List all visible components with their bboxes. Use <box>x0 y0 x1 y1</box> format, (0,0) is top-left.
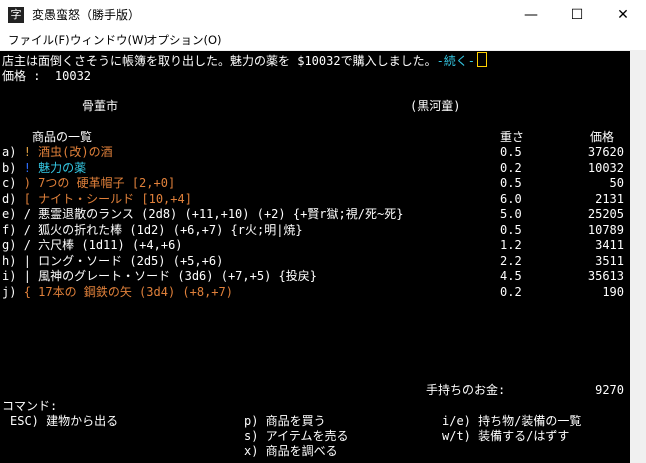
item-price: 50 <box>609 176 624 190</box>
app-icon: 字 <box>8 7 24 23</box>
item-symbol: / <box>23 238 31 252</box>
item-weight: 0.2 <box>500 284 522 299</box>
item-price: 10032 <box>587 160 624 175</box>
menu-bar: ファイル(F) ウィンドウ(W) オプション(O) <box>0 30 646 51</box>
item-price: 3511 <box>595 253 624 268</box>
menu-file[interactable]: ファイル(F) <box>8 33 70 47</box>
list-header-title: 商品の一覧 <box>32 130 93 144</box>
item-key: f) <box>2 222 17 237</box>
item-weight: 1.2 <box>500 238 522 252</box>
command-sell[interactable]: s) アイテムを売る <box>244 428 348 444</box>
item-name: ロング・ソード (2d5) (+5,+6) <box>38 253 224 268</box>
item-symbol: | <box>23 269 31 283</box>
item-row[interactable]: i) | 風神のグレート・ソード (3d6) (+7,+5) {投戻} 4.5 35… <box>2 268 628 284</box>
app-window: 字 変愚蛮怒（勝手版） — ☐ ✕ ファイル(F) ウィンドウ(W) オプション… <box>0 0 646 463</box>
item-name: 六尺棒 (1d11) (+4,+6) <box>38 238 183 252</box>
item-symbol: [ <box>23 191 31 206</box>
item-row[interactable]: g) / 六尺棒 (1d11) (+4,+6) 1.2 3411 <box>2 237 628 253</box>
item-price: 35613 <box>587 269 624 283</box>
list-header-price: 価格 <box>590 130 615 144</box>
command-esc[interactable]: ESC) 建物から出る <box>10 413 118 429</box>
item-price: 190 <box>602 284 624 299</box>
item-price: 25205 <box>587 207 624 221</box>
item-weight: 5.0 <box>500 207 522 221</box>
vertical-scrollbar[interactable] <box>630 51 646 463</box>
item-name: 狐火の折れた棒 (1d2) (+6,+7) {r火;明|焼} <box>38 222 303 237</box>
title-bar[interactable]: 字 変愚蛮怒（勝手版） — ☐ ✕ <box>0 0 646 30</box>
menu-window[interactable]: ウィンドウ(W) <box>70 33 148 47</box>
item-row[interactable]: j) { 17本の 鋼鉄の矢 (3d4) (+8,+7) 0.2 190 <box>2 284 628 300</box>
item-key: g) <box>2 238 17 252</box>
store-name: 骨董市 <box>82 99 119 113</box>
item-key: b) <box>2 160 17 175</box>
item-weight: 4.5 <box>500 269 522 283</box>
terminal-screen[interactable]: 店主は面倒くさそうに帳簿を取り出した。魅力の薬を $10032で購入しました。-… <box>0 51 630 463</box>
command-examine[interactable]: x) 商品を調べる <box>244 443 338 459</box>
text-cursor <box>477 52 488 67</box>
item-key: c) <box>2 176 17 190</box>
item-weight: 0.5 <box>500 145 522 159</box>
store-owner: (黒河童) <box>410 99 461 113</box>
item-weight: 0.5 <box>500 176 522 190</box>
item-row[interactable]: e) / 悪霊退散のランス (2d8) (+11,+10) (+2) {+賢r獄… <box>2 206 628 222</box>
gold-label: 手持ちのお金: <box>426 383 506 397</box>
item-weight: 0.5 <box>500 222 522 237</box>
message-line: 店主は面倒くさそうに帳簿を取り出した。魅力の薬を $10032で購入しました。-… <box>2 52 488 68</box>
message-text: 店主は面倒くさそうに帳簿を取り出した。魅力の薬を $10032で購入しました。 <box>2 54 437 68</box>
item-key: h) <box>2 253 17 268</box>
item-row[interactable]: h) | ロング・ソード (2d5) (+5,+6) 2.2 3511 <box>2 253 628 269</box>
item-symbol: / <box>23 222 31 237</box>
item-weight: 2.2 <box>500 253 522 268</box>
item-name: ナイト・シールド [10,+4] <box>38 191 192 206</box>
item-name: 魅力の薬 <box>38 160 87 175</box>
item-weight: 0.2 <box>500 160 522 175</box>
command-buy[interactable]: p) 商品を買う <box>244 413 326 429</box>
item-price: 37620 <box>587 145 624 159</box>
command-wield[interactable]: w/t) 装備する/はずす <box>442 428 569 444</box>
item-row[interactable]: f) / 狐火の折れた棒 (1d2) (+6,+7) {r火;明|焼} 0.5 10… <box>2 222 628 238</box>
item-name: 17本の 鋼鉄の矢 (3d4) (+8,+7) <box>38 284 233 299</box>
item-symbol: | <box>23 253 31 268</box>
item-symbol: ! <box>23 160 31 175</box>
item-row[interactable]: c) ) 7つの 硬革帽子 [2,+0] 0.5 50 <box>2 175 628 191</box>
item-symbol: / <box>23 207 31 221</box>
item-key: a) <box>2 145 17 159</box>
item-key: j) <box>2 284 17 299</box>
maximize-button[interactable]: ☐ <box>554 0 600 30</box>
more-prompt: -続く- <box>436 54 476 68</box>
list-header-weight: 重さ <box>500 130 525 144</box>
item-key: e) <box>2 207 17 221</box>
item-key: d) <box>2 191 17 206</box>
item-row[interactable]: d) [ ナイト・シールド [10,+4] 6.0 2131 <box>2 191 628 207</box>
price-line: 価格 : 10032 <box>2 69 92 83</box>
window-title: 変愚蛮怒（勝手版） <box>32 8 141 22</box>
item-name: 酒虫(改)の酒 <box>38 145 113 159</box>
item-name: 7つの 硬革帽子 [2,+0] <box>38 176 176 190</box>
item-symbol: { <box>23 284 31 299</box>
item-weight: 6.0 <box>500 191 522 206</box>
item-row[interactable]: a) ! 酒虫(改)の酒 0.5 37620 <box>2 144 628 160</box>
item-price: 2131 <box>595 191 624 206</box>
minimize-button[interactable]: — <box>508 0 554 30</box>
item-name: 悪霊退散のランス (2d8) (+11,+10) (+2) {+賢r獄;視/死~… <box>38 207 404 221</box>
command-inventory[interactable]: i/e) 持ち物/装備の一覧 <box>442 413 581 429</box>
item-symbol: ! <box>23 145 31 159</box>
item-name: 風神のグレート・ソード (3d6) (+7,+5) {投戻} <box>38 269 317 283</box>
item-row[interactable]: b) ! 魅力の薬 0.2 10032 <box>2 160 628 176</box>
close-button[interactable]: ✕ <box>600 0 646 30</box>
menu-options[interactable]: オプション(O) <box>146 33 222 47</box>
item-key: i) <box>2 269 17 283</box>
item-price: 10789 <box>587 222 624 237</box>
item-symbol: ) <box>23 176 31 190</box>
command-title: コマンド: <box>2 399 58 413</box>
item-price: 3411 <box>595 238 624 252</box>
gold-value: 9270 <box>595 383 624 397</box>
